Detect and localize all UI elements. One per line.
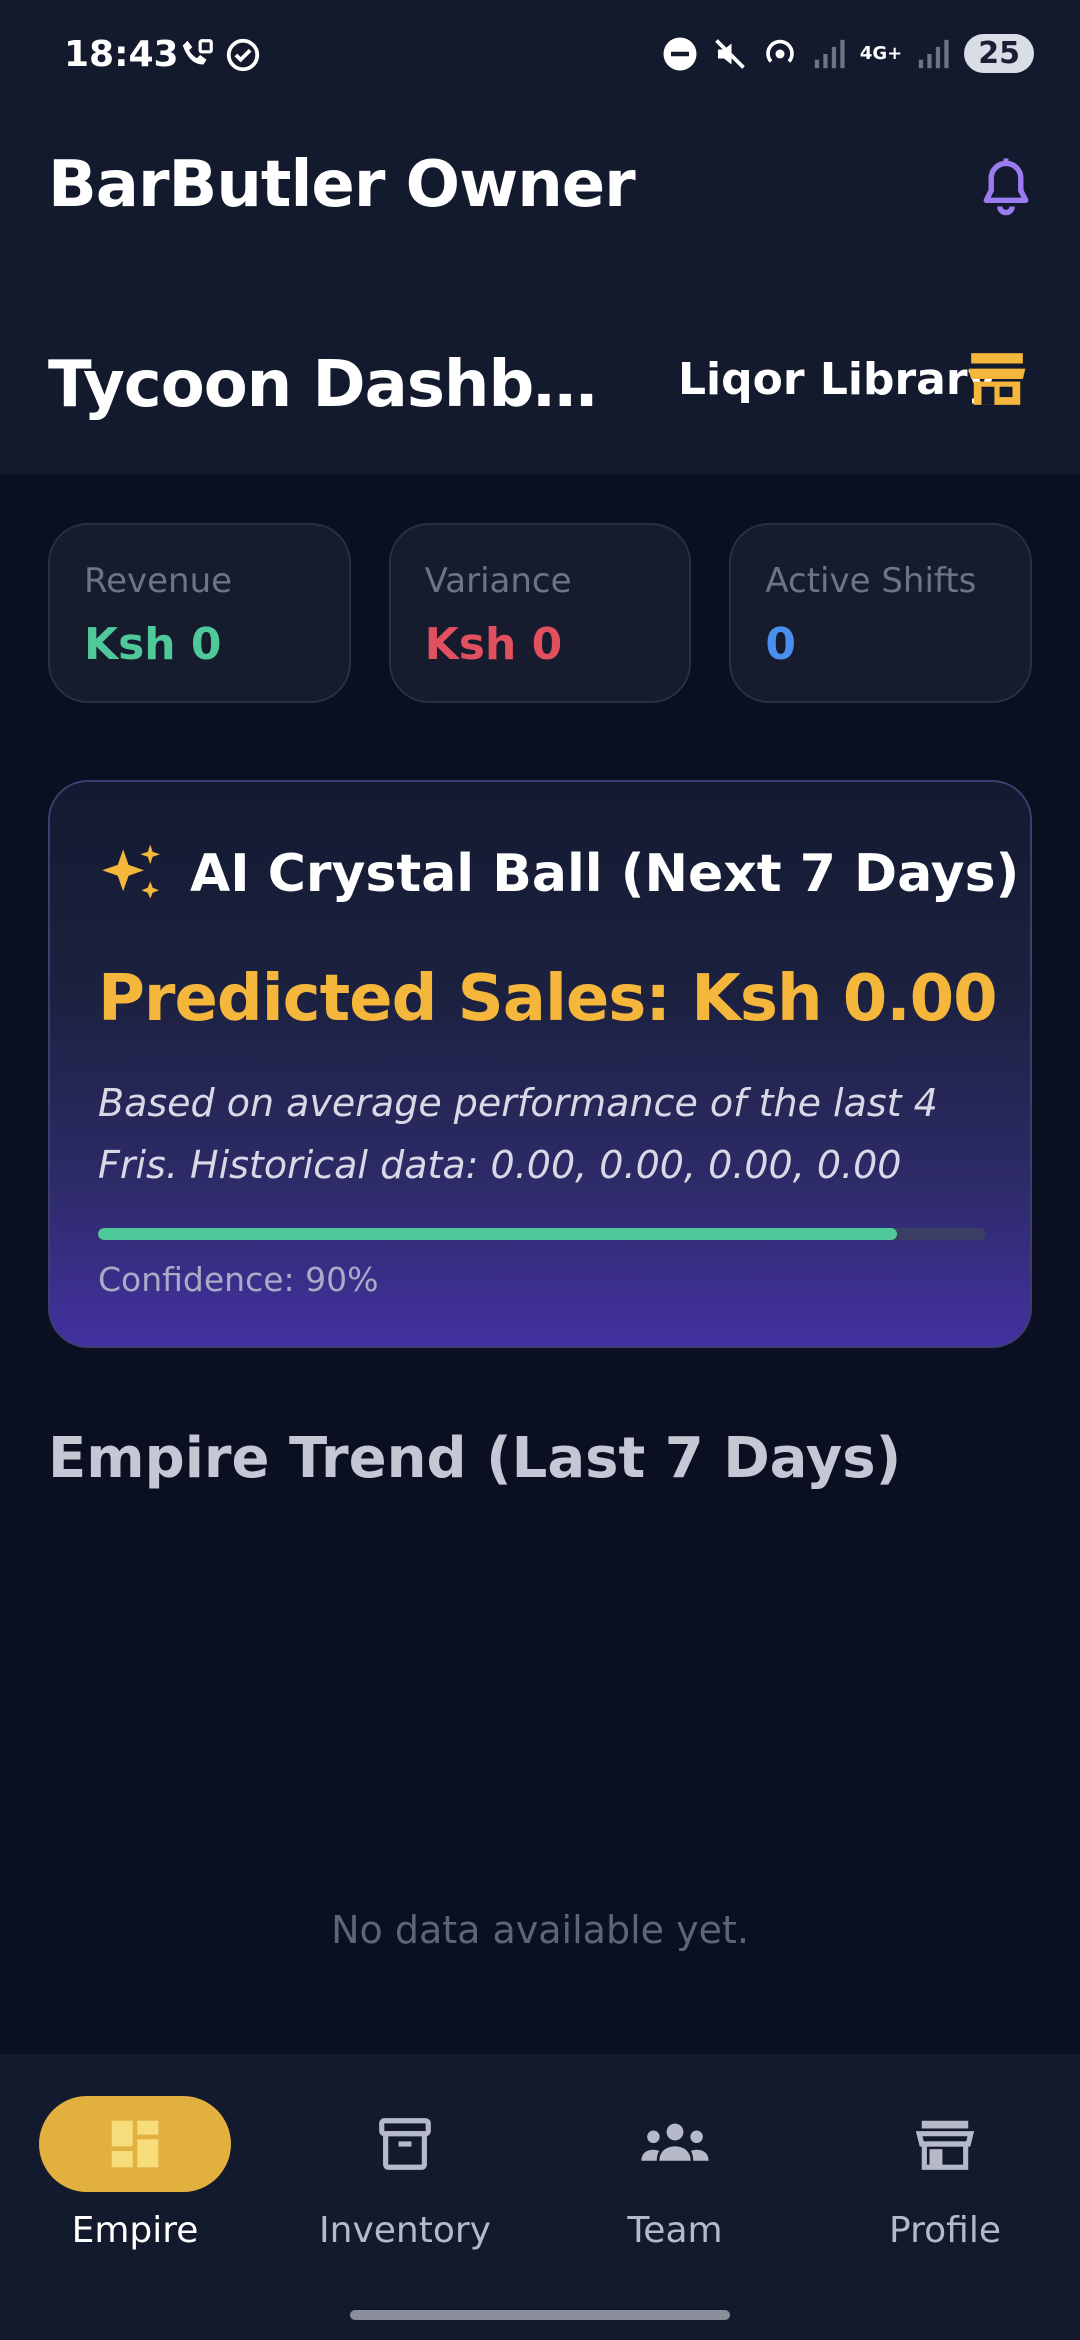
nav-label: Inventory bbox=[319, 2210, 491, 2251]
do-not-disturb-icon bbox=[663, 37, 697, 70]
nav-pill bbox=[579, 2096, 771, 2192]
confidence-label: Confidence: 90% bbox=[98, 1260, 379, 1299]
nav-label: Team bbox=[627, 2210, 723, 2251]
ai-card-title: AI Crystal Ball (Next 7 Days) bbox=[190, 844, 1020, 904]
nav-item-team[interactable]: Team bbox=[565, 2096, 785, 2251]
nav-pill bbox=[309, 2096, 501, 2192]
signal-icon bbox=[814, 39, 845, 68]
nav-item-empire[interactable]: Empire bbox=[25, 2096, 245, 2251]
stats-row: Revenue Ksh 0 Variance Ksh 0 Active Shif… bbox=[48, 523, 1033, 703]
stat-value: Ksh 0 bbox=[84, 619, 222, 670]
sparkles-icon bbox=[102, 844, 161, 899]
dashboard-icon bbox=[111, 2120, 159, 2168]
store-icon bbox=[915, 2120, 975, 2170]
stat-label: Variance bbox=[424, 561, 572, 601]
confidence-bar bbox=[98, 1228, 986, 1240]
predicted-sales: Predicted Sales: Ksh 0.00 bbox=[98, 962, 998, 1036]
prediction-description: Based on average performance of the last… bbox=[98, 1081, 938, 1187]
status-time: 18:43 bbox=[64, 34, 179, 75]
active-shifts-card[interactable]: Active Shifts 0 bbox=[729, 523, 1033, 703]
app-title: BarButler Owner bbox=[48, 148, 636, 222]
variance-card[interactable]: Variance Ksh 0 bbox=[388, 523, 692, 703]
bottom-nav: Empire Inventory Team Profile bbox=[0, 2054, 1080, 2340]
nav-pill bbox=[849, 2096, 1041, 2192]
stat-label: Active Shifts bbox=[765, 561, 977, 601]
archive-icon bbox=[379, 2118, 431, 2170]
nav-item-profile[interactable]: Profile bbox=[835, 2096, 1055, 2251]
team-icon bbox=[641, 2123, 709, 2161]
status-bar: 18:43 4G+ 25 bbox=[0, 0, 1080, 115]
battery-indicator: 25 bbox=[964, 34, 1034, 73]
trend-title: Empire Trend (Last 7 Days) bbox=[48, 1426, 902, 1491]
revenue-card[interactable]: Revenue Ksh 0 bbox=[48, 523, 351, 703]
network-type: 4G+ bbox=[859, 43, 903, 64]
status-right-icons: 4G+ 25 bbox=[662, 34, 1034, 73]
stat-label: Revenue bbox=[84, 561, 233, 601]
stat-value: 0 bbox=[765, 619, 796, 670]
hotspot-icon bbox=[766, 39, 794, 63]
signal-icon bbox=[919, 39, 949, 68]
check-circle-icon bbox=[226, 38, 260, 72]
nav-pill bbox=[39, 2096, 231, 2192]
ai-crystal-ball-card: AI Crystal Ball (Next 7 Days) Predicted … bbox=[48, 780, 1032, 1348]
home-indicator[interactable] bbox=[350, 2310, 730, 2320]
page-title: Tycoon Dashboard bbox=[48, 348, 638, 422]
mute-icon bbox=[715, 38, 745, 69]
stat-value: Ksh 0 bbox=[424, 619, 563, 670]
trend-empty-text: No data available yet. bbox=[331, 1908, 749, 1952]
store-icon[interactable] bbox=[966, 350, 1028, 408]
notification-bell-icon[interactable] bbox=[976, 156, 1036, 220]
ai-card-header: AI Crystal Ball (Next 7 Days) bbox=[98, 842, 1019, 906]
wifi-call-icon bbox=[182, 39, 213, 65]
status-left-icons bbox=[178, 36, 262, 74]
nav-item-inventory[interactable]: Inventory bbox=[295, 2096, 515, 2251]
bar-name[interactable]: Liqor Library bbox=[678, 354, 996, 405]
nav-label: Profile bbox=[889, 2210, 1001, 2251]
confidence-bar-fill bbox=[98, 1228, 898, 1240]
nav-label: Empire bbox=[71, 2210, 199, 2251]
